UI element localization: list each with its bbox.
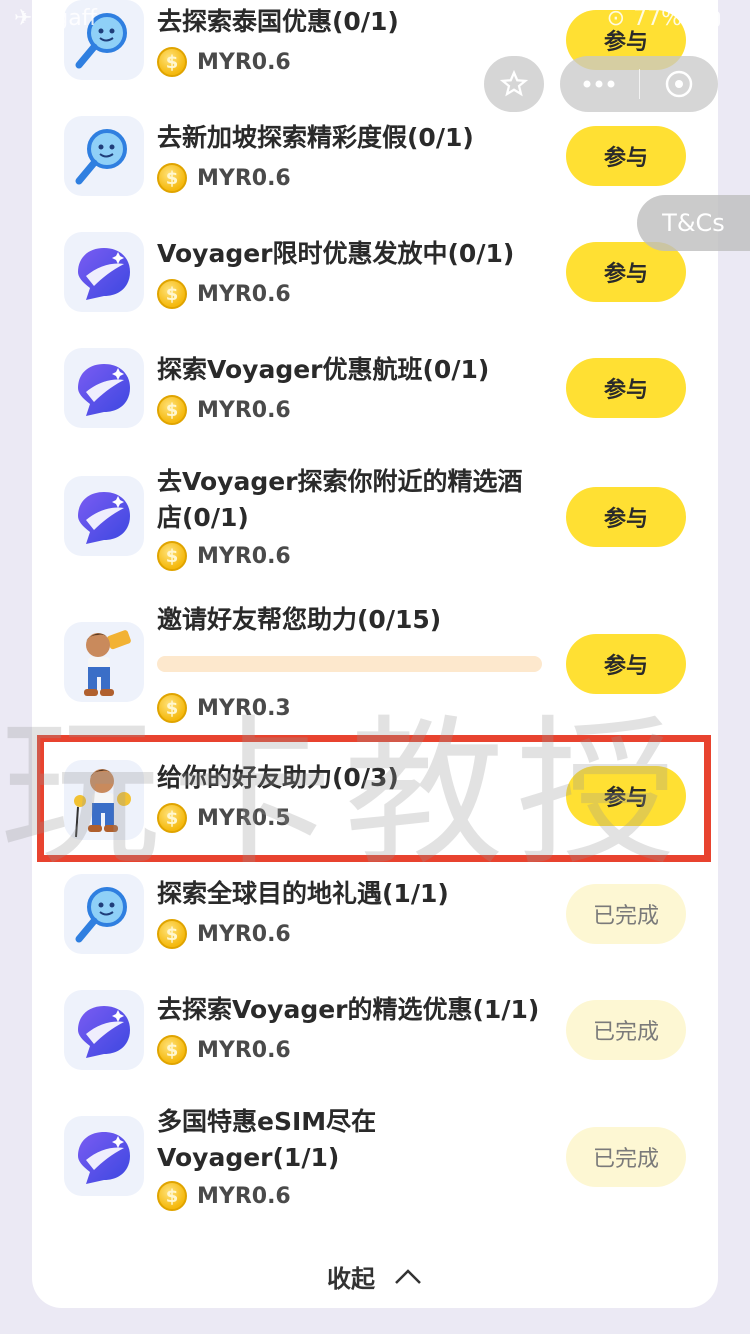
- battery-icon: [690, 10, 720, 27]
- tcs-button[interactable]: T&Cs: [637, 195, 750, 251]
- collapse-button[interactable]: 收起: [0, 1256, 750, 1296]
- task-reward: $ MYR0.3: [157, 691, 291, 725]
- coin-icon: $: [157, 541, 187, 571]
- join-button[interactable]: 参与: [566, 126, 686, 186]
- page: ✈ figaff ⊙ 77% 去探索泰国优惠(0/1) $ MYR0.6 参与 …: [0, 0, 750, 1334]
- join-button[interactable]: 参与: [566, 358, 686, 418]
- task-title: 探索全球目的地礼遇(1/1): [157, 879, 449, 908]
- favorite-button[interactable]: [484, 56, 544, 112]
- voyager-logo-icon: [64, 476, 144, 556]
- highlight-box: [37, 735, 711, 862]
- task-title: Voyager限时优惠发放中(0/1): [157, 239, 515, 268]
- collapse-label: 收起: [327, 1264, 375, 1293]
- reward-amount: MYR0.3: [197, 695, 291, 721]
- task-title: 多国特惠eSIM尽在Voyager(1/1): [157, 1107, 377, 1172]
- search-icon: [64, 116, 144, 196]
- status-right: ⊙ 77%: [607, 6, 720, 31]
- coin-icon: $: [157, 395, 187, 425]
- close-circle-icon: [665, 70, 692, 98]
- chevron-up-icon: [395, 1269, 421, 1284]
- join-button[interactable]: 参与: [566, 487, 686, 547]
- close-button[interactable]: [640, 56, 719, 112]
- coin-icon: $: [157, 693, 187, 723]
- completed-button[interactable]: 已完成: [566, 1127, 686, 1187]
- status-bar: ✈ figaff ⊙ 77%: [0, 0, 750, 40]
- task-reward: $ MYR0.6: [157, 1179, 291, 1213]
- status-left-text: figaff: [40, 6, 97, 31]
- completed-button[interactable]: 已完成: [566, 884, 686, 944]
- task-title: 去探索Voyager的精选优惠(1/1): [157, 995, 540, 1024]
- coin-icon: $: [157, 279, 187, 309]
- voyager-logo-icon: [64, 1116, 144, 1196]
- task-reward: $ MYR0.6: [157, 45, 291, 79]
- task-title: 去新加坡探索精彩度假(0/1): [157, 123, 474, 152]
- reward-amount: MYR0.6: [197, 1183, 291, 1209]
- coin-icon: $: [157, 163, 187, 193]
- task-title: 探索Voyager优惠航班(0/1): [157, 355, 490, 384]
- voyager-logo-icon: [64, 990, 144, 1070]
- task-title: 去Voyager探索你附近的精选酒店(0/1): [157, 467, 523, 532]
- star-icon: [499, 69, 529, 97]
- task-reward: $ MYR0.6: [157, 277, 291, 311]
- task-reward: $ MYR0.6: [157, 393, 291, 427]
- reward-amount: MYR0.6: [197, 543, 291, 569]
- invite-progress-bar: [157, 656, 542, 672]
- task-reward: $ MYR0.6: [157, 1033, 291, 1067]
- coin-icon: $: [157, 47, 187, 77]
- battery-percent: 77%: [633, 6, 682, 31]
- coin-icon: $: [157, 1181, 187, 1211]
- join-button[interactable]: 参与: [566, 242, 686, 302]
- more-button[interactable]: [560, 56, 639, 112]
- task-reward: $ MYR0.6: [157, 539, 291, 573]
- voyager-logo-icon: [64, 348, 144, 428]
- search-icon: [64, 874, 144, 954]
- task-title: 邀请好友帮您助力(0/15): [157, 605, 442, 634]
- reward-amount: MYR0.6: [197, 397, 291, 423]
- completed-button[interactable]: 已完成: [566, 1000, 686, 1060]
- reward-amount: MYR0.6: [197, 165, 291, 191]
- status-left: ✈ figaff: [14, 6, 97, 31]
- reward-amount: MYR0.6: [197, 921, 291, 947]
- task-reward: $ MYR0.6: [157, 917, 291, 951]
- task-reward: $ MYR0.6: [157, 161, 291, 195]
- voyager-logo-icon: [64, 232, 144, 312]
- megaphone-character-icon: [64, 622, 144, 702]
- coin-icon: $: [157, 919, 187, 949]
- reward-amount: MYR0.6: [197, 1037, 291, 1063]
- coin-icon: $: [157, 1035, 187, 1065]
- airplane-icon: ✈: [14, 6, 33, 31]
- miniprogram-capsule: [560, 56, 718, 112]
- rotation-lock-icon: ⊙: [606, 6, 626, 31]
- more-dots-icon: [583, 80, 615, 88]
- reward-amount: MYR0.6: [197, 281, 291, 307]
- reward-amount: MYR0.6: [197, 49, 291, 75]
- join-button[interactable]: 参与: [566, 634, 686, 694]
